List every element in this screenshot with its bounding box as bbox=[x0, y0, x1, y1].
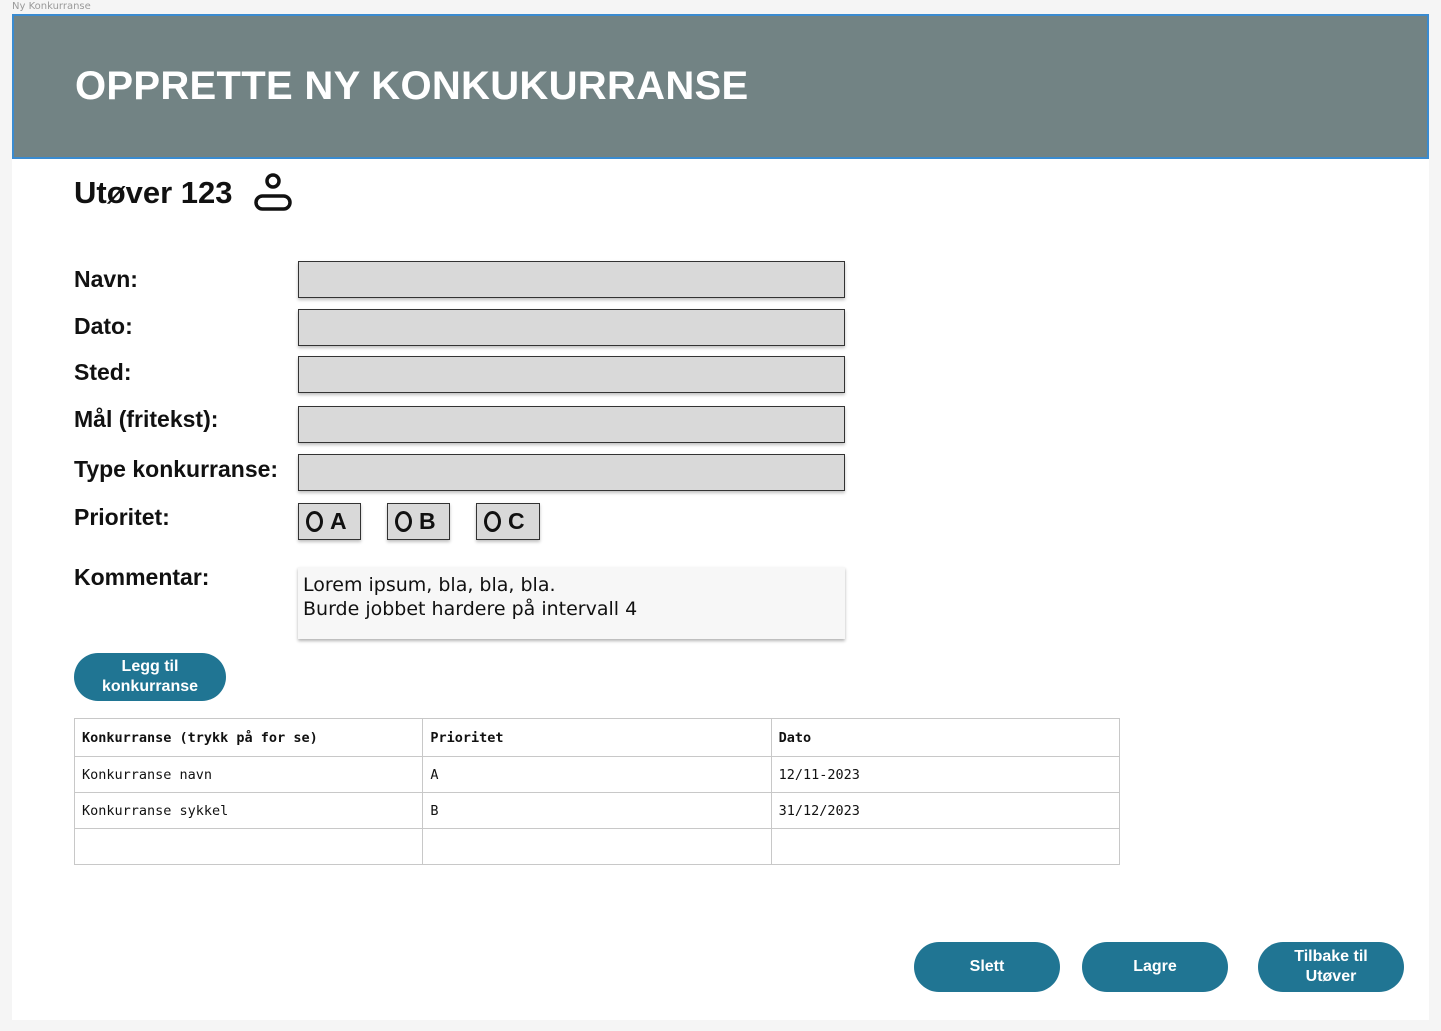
page-title: OPPRETTE NY KONKUKURRANSE bbox=[75, 64, 749, 108]
table-cell-priority: B bbox=[422, 792, 772, 829]
column-header-competition: Konkurranse (trykk på for se) bbox=[73, 718, 424, 757]
back-to-athlete-button[interactable]: Tilbake til Utøver bbox=[1258, 942, 1404, 992]
radio-circle-icon bbox=[395, 511, 412, 532]
column-header-priority: Prioritet bbox=[422, 718, 772, 757]
athlete-heading: Utøver 123 bbox=[74, 172, 293, 214]
goal-label: Mål (fritekst): bbox=[74, 406, 219, 432]
page-frame: OPPRETTE NY KONKUKURRANSE Utøver 123 Nav… bbox=[12, 14, 1429, 1020]
back-button-label-line2: Utøver bbox=[1305, 968, 1357, 985]
comment-field[interactable]: Lorem ipsum, bla, bla, bla. Burde jobbet… bbox=[298, 567, 845, 639]
type-label: Type konkurranse: bbox=[74, 456, 279, 482]
table-cell-competition[interactable]: Konkurranse navn bbox=[73, 756, 424, 793]
delete-button[interactable]: Slett bbox=[914, 942, 1060, 992]
add-competition-button[interactable]: Legg til konkurranse bbox=[74, 653, 226, 701]
add-button-label-line1: Legg til bbox=[121, 658, 179, 675]
priority-option-label: B bbox=[419, 508, 436, 534]
delete-button-label: Slett bbox=[969, 958, 1005, 975]
priority-label: Prioritet: bbox=[74, 504, 170, 530]
table-cell-priority bbox=[422, 828, 772, 865]
table-header-row: Konkurranse (trykk på for se) Prioritet … bbox=[73, 718, 1121, 757]
table-row[interactable] bbox=[73, 828, 1121, 865]
save-button[interactable]: Lagre bbox=[1082, 942, 1228, 992]
table-cell-date: 12/11-2023 bbox=[770, 756, 1121, 793]
date-label: Dato: bbox=[74, 313, 133, 339]
radio-circle-icon bbox=[306, 511, 323, 532]
table-cell-date: 31/12/2023 bbox=[770, 792, 1121, 829]
name-field[interactable] bbox=[298, 261, 845, 298]
table-cell-competition[interactable] bbox=[73, 828, 424, 865]
name-label: Navn: bbox=[74, 266, 138, 292]
place-field[interactable] bbox=[298, 356, 845, 393]
table-cell-competition[interactable]: Konkurranse sykkel bbox=[73, 792, 424, 829]
table-row[interactable]: Konkurranse sykkel B 31/12/2023 bbox=[73, 792, 1121, 829]
priority-option-label: C bbox=[508, 508, 525, 534]
column-header-date: Dato bbox=[770, 718, 1121, 757]
comment-label: Kommentar: bbox=[74, 564, 210, 590]
comment-line: Lorem ipsum, bla, bla, bla. bbox=[303, 574, 556, 596]
page-header: OPPRETTE NY KONKUKURRANSE bbox=[12, 14, 1429, 159]
competitions-table: Konkurranse (trykk på for se) Prioritet … bbox=[73, 718, 1121, 865]
table-row[interactable]: Konkurranse navn A 12/11-2023 bbox=[73, 756, 1121, 793]
priority-option-c[interactable]: C bbox=[476, 503, 540, 540]
place-label: Sted: bbox=[74, 359, 132, 385]
athlete-name: Utøver 123 bbox=[74, 175, 233, 210]
save-button-label: Lagre bbox=[1133, 958, 1177, 975]
add-button-label-line2: konkurranse bbox=[101, 678, 199, 695]
table-cell-priority: A bbox=[422, 756, 772, 793]
comment-line: Burde jobbet hardere på intervall 4 bbox=[303, 598, 638, 620]
table-cell-date bbox=[770, 828, 1121, 865]
back-button-label-line1: Tilbake til bbox=[1294, 948, 1368, 965]
window-title: Ny Konkurranse bbox=[12, 1, 91, 12]
type-field[interactable] bbox=[298, 454, 845, 491]
priority-option-b[interactable]: B bbox=[387, 503, 450, 540]
date-field[interactable] bbox=[298, 309, 845, 346]
radio-circle-icon bbox=[484, 511, 501, 532]
user-icon bbox=[253, 173, 292, 211]
priority-option-a[interactable]: A bbox=[298, 503, 361, 540]
priority-option-label: A bbox=[330, 508, 347, 534]
goal-field[interactable] bbox=[298, 406, 845, 443]
